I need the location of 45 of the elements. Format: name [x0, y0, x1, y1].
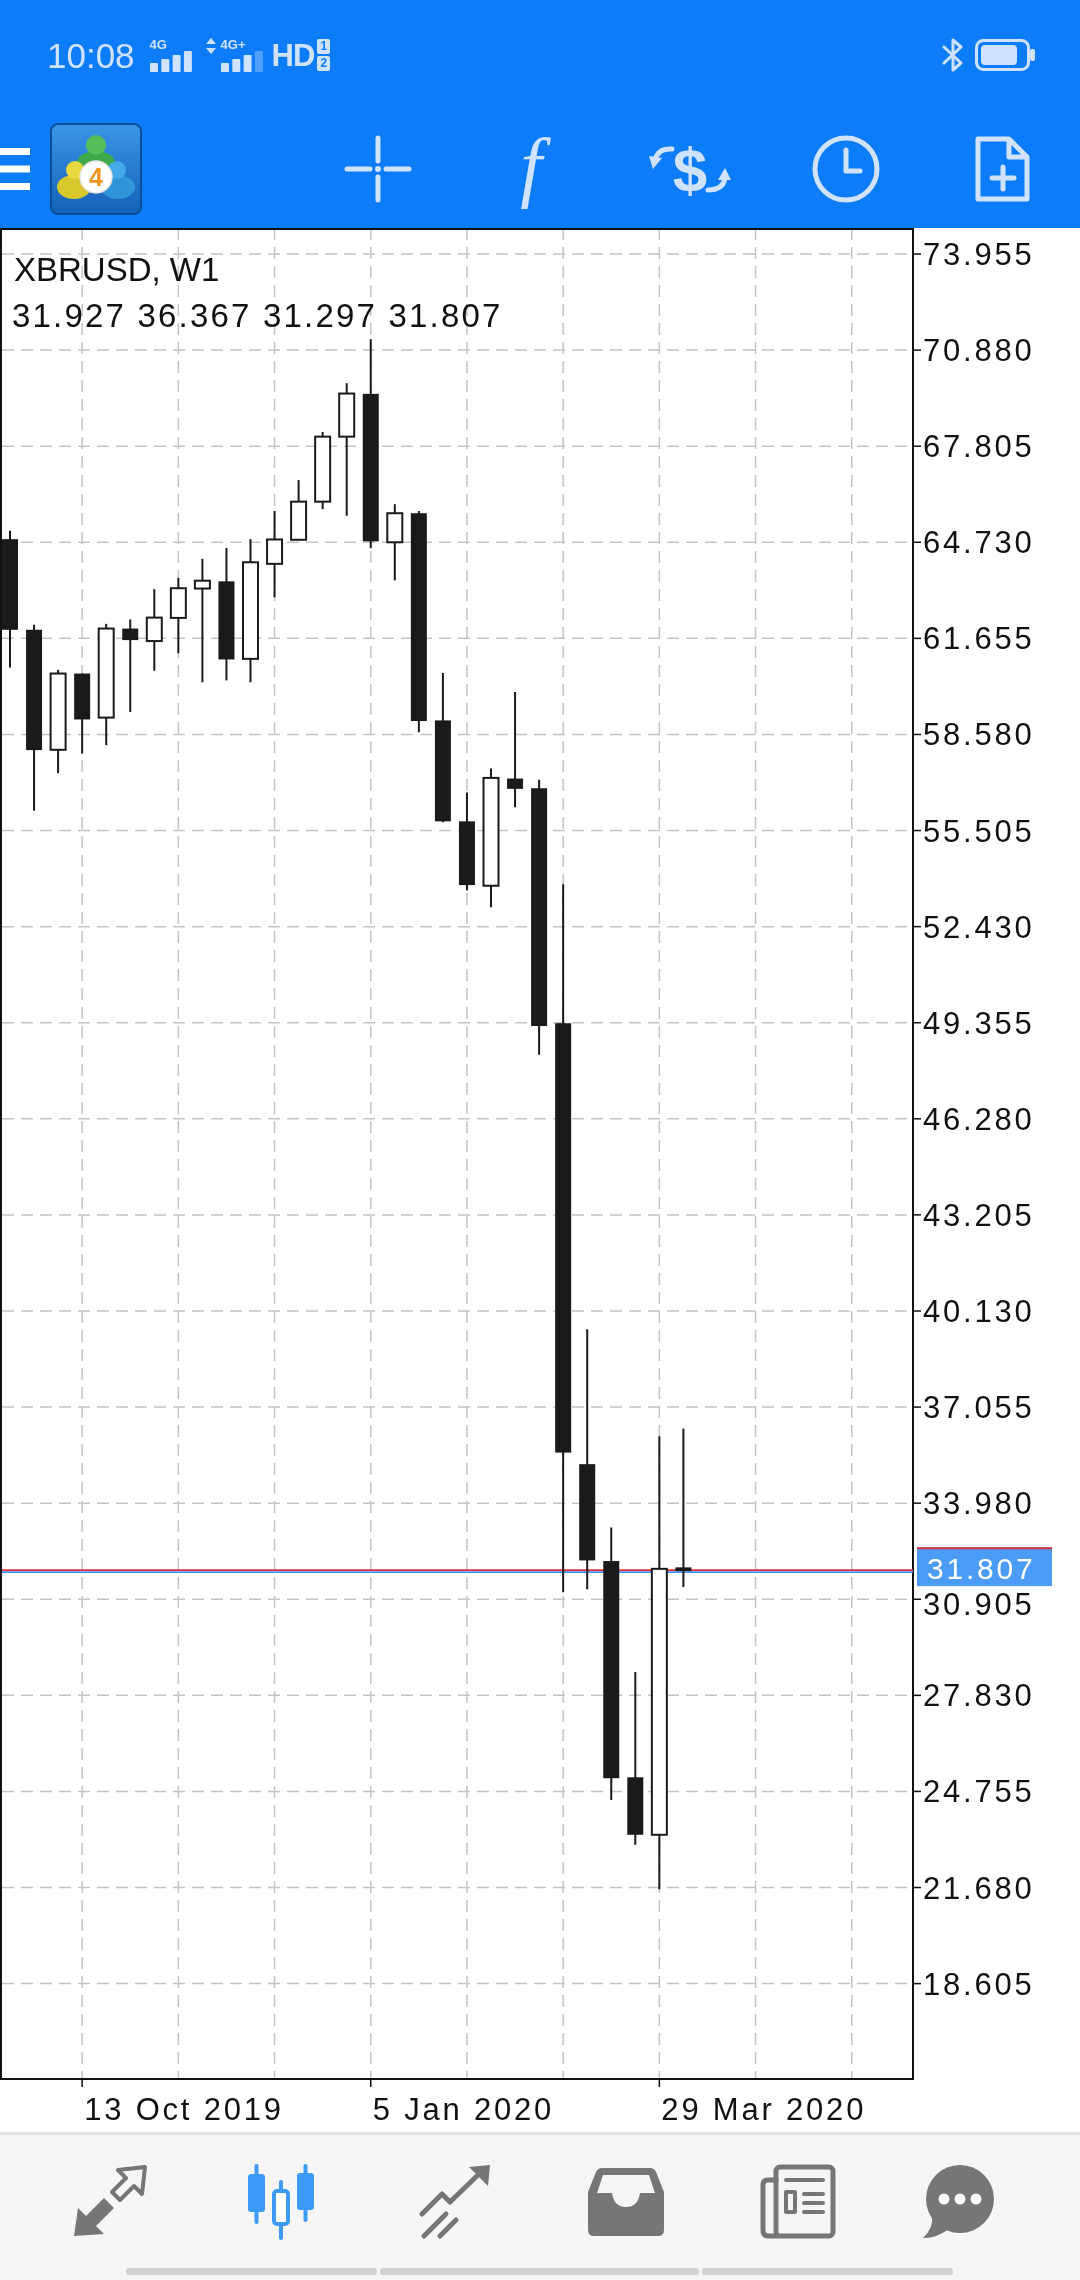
network-type-label: 4G: [149, 38, 168, 50]
menu-icon[interactable]: [0, 148, 30, 190]
data-activity-icon: [205, 38, 216, 54]
price-axis-label: 52.430: [923, 909, 1035, 945]
signal-bars-icon: [149, 50, 192, 72]
price-axis-label: 73.955: [923, 237, 1035, 272]
bullish-candle: [290, 479, 308, 541]
price-axis-label: 21.680: [923, 1870, 1035, 1906]
clock-icon[interactable]: [812, 135, 880, 203]
price-axis-label: 55.505: [923, 813, 1035, 849]
app-logo[interactable]: 4: [50, 123, 142, 215]
price-axis-label: 37.055: [923, 1390, 1035, 1426]
price-axis-label: 61.655: [923, 621, 1035, 657]
date-axis-label: 5 Jan 2020: [372, 2092, 555, 2127]
symbol-title: XBRUSD, W1: [14, 251, 220, 288]
price-axis-label: 64.730: [923, 525, 1035, 561]
hd-label: HD: [271, 39, 315, 71]
price-axis-label: 40.130: [923, 1294, 1035, 1329]
ohlc-values: 31.927 36.367 31.297 31.807: [12, 297, 503, 334]
battery-icon: [975, 39, 1035, 71]
price-axis-label: 18.605: [923, 1966, 1035, 2002]
document-plus-icon[interactable]: [973, 135, 1031, 203]
date-axis-label: 29 Mar 2020: [661, 2092, 867, 2127]
price-axis-label: 70.880: [923, 333, 1035, 369]
newspaper-icon[interactable]: [760, 2163, 836, 2240]
date-axis-label: 13 Oct 2019: [84, 2092, 284, 2127]
sim-slot-badge: 2: [317, 56, 331, 71]
price-axis-label: 33.980: [923, 1486, 1035, 1522]
sim-slot-badge: 1: [317, 39, 331, 54]
price-axis-label: 67.805: [923, 429, 1035, 465]
price-axis-label: 24.755: [923, 1774, 1035, 1810]
price-axis-label: 58.580: [923, 717, 1035, 753]
price-axis-label: 46.280: [923, 1101, 1035, 1137]
chat-bubble-icon[interactable]: [920, 2163, 996, 2240]
status-time: 10:08: [47, 37, 135, 73]
crosshair-icon[interactable]: [344, 135, 412, 203]
price-axis-label: 27.830: [923, 1678, 1035, 1714]
function-symbol[interactable]: f: [506, 123, 562, 215]
network-type-label: 4G+: [220, 38, 247, 50]
price-axis-label: 49.355: [923, 1005, 1035, 1041]
current-price-label: 31.807: [916, 1547, 1053, 1587]
price-axis-label: 30.905: [923, 1587, 1035, 1623]
signal-bars-icon: [220, 50, 263, 72]
bluetooth-icon: [941, 37, 965, 73]
price-axis-label: 43.205: [923, 1197, 1035, 1233]
